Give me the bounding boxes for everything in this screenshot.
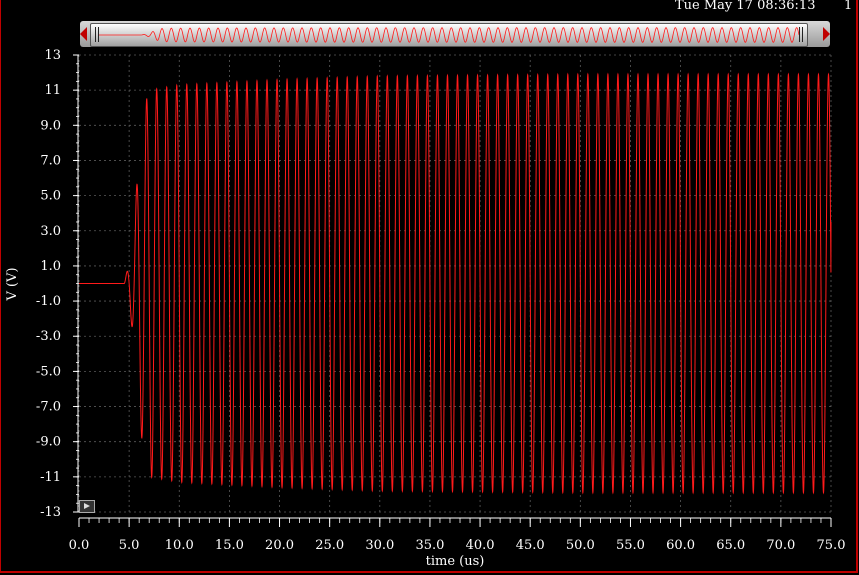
y-tick-label: 7.0 [40,153,61,168]
x-tick-label: 30.0 [365,538,394,553]
y-tick-label: -5.0 [36,364,61,379]
x-tick-label: 15.0 [215,538,244,553]
y-tick-label: 9.0 [40,118,61,133]
y-axis-label: V (V) [5,267,20,301]
x-tick-label: 5.0 [119,538,140,553]
x-tick-label: 70.0 [766,538,795,553]
x-tick-label: 25.0 [315,538,344,553]
x-tick-label: 50.0 [566,538,595,553]
x-tick-label: 35.0 [415,538,444,553]
y-tick-label: -11 [40,470,61,485]
y-tick-label: 1.0 [40,259,61,274]
trace-line [79,72,832,495]
x-tick-label: 55.0 [616,538,645,553]
x-tick-label: 45.0 [516,538,545,553]
x-tick-label: 0.0 [69,538,90,553]
y-tick-label: 11 [44,83,61,98]
y-tick-label: 3.0 [40,224,61,239]
y-tick-label: -7.0 [36,400,61,415]
x-tick-label: 10.0 [165,538,194,553]
play-icon[interactable] [79,500,95,513]
y-tick-label: -9.0 [36,435,61,450]
y-tick-label: -3.0 [36,329,61,344]
y-tick-label: -13 [40,505,61,520]
x-tick-label: 40.0 [466,538,495,553]
x-axis-label: time (us) [426,554,485,569]
y-tick-label: -1.0 [36,294,61,309]
x-tick-label: 60.0 [666,538,695,553]
waveform-chart: time (us) V (V) 13 11 9.0 7.0 5.0 3.0 1.0 -1.0 -… [5,48,846,569]
y-tick-label: 13 [44,48,61,63]
x-tick-label: 75.0 [817,538,846,553]
y-tick-label: 5.0 [40,189,61,204]
trace [79,72,832,495]
x-tick-label: 65.0 [716,538,745,553]
x-tick-label: 20.0 [265,538,294,553]
